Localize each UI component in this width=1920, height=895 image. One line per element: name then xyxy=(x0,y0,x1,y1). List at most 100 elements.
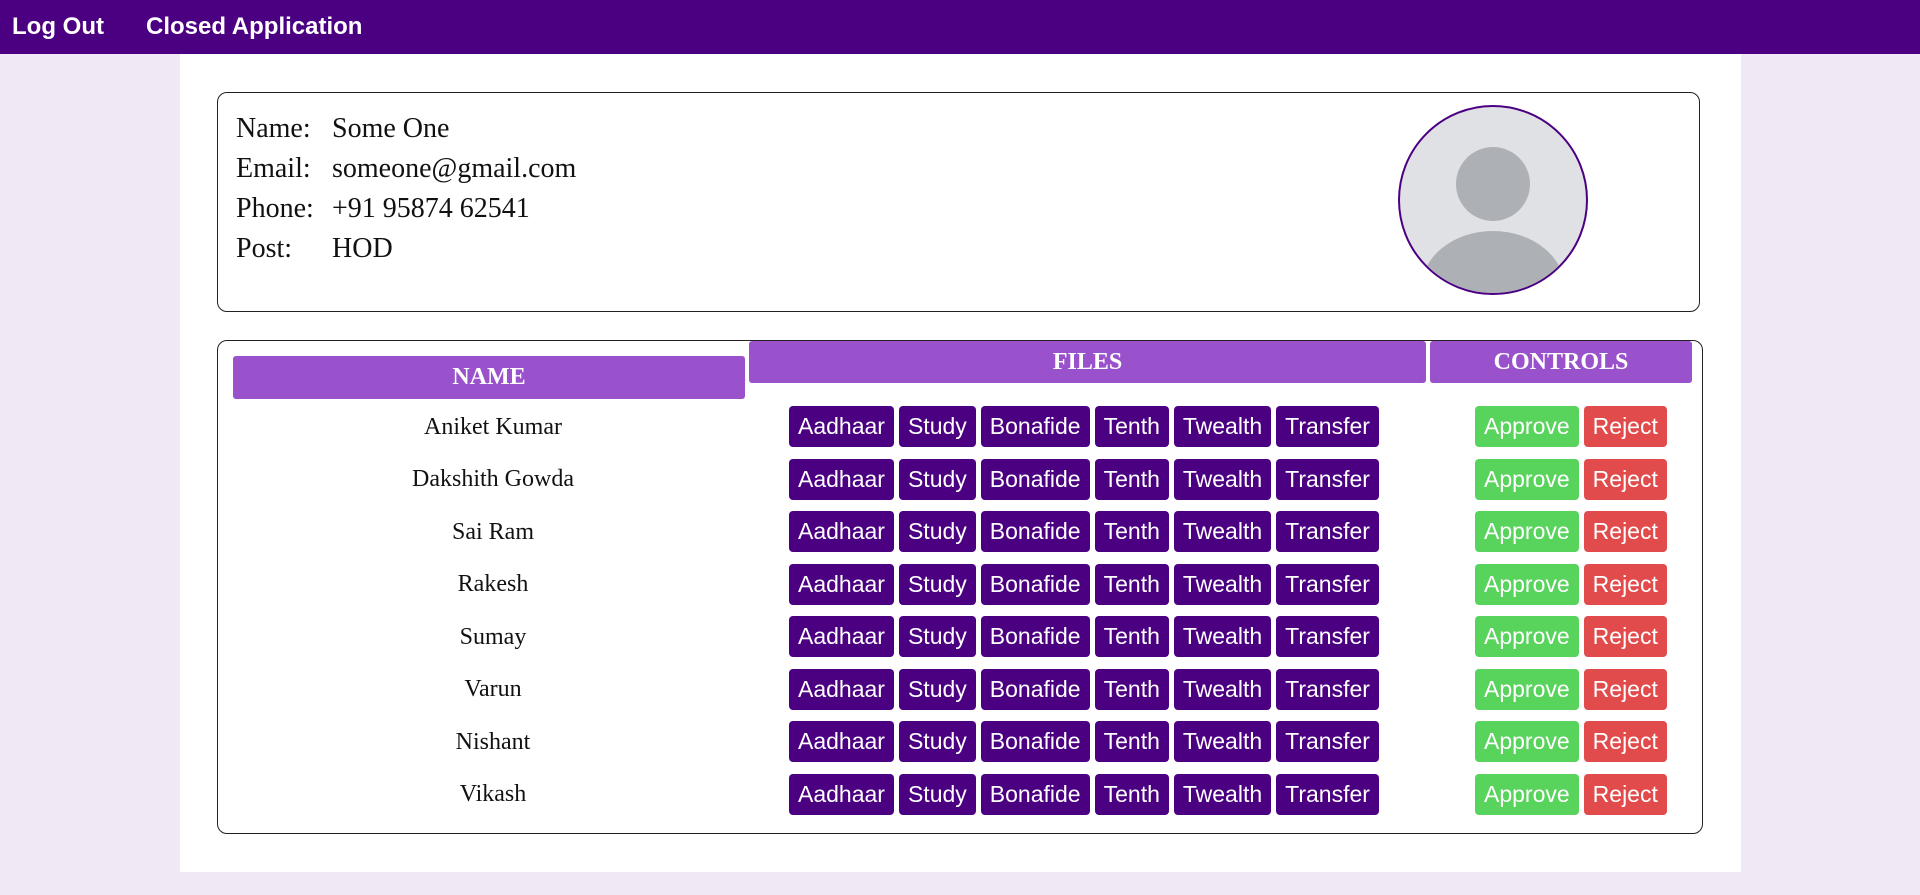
file-button-tenth[interactable]: Tenth xyxy=(1094,721,1169,762)
header-name: NAME xyxy=(233,356,745,399)
file-button-transfer[interactable]: Transfer xyxy=(1276,563,1379,605)
approve-button[interactable]: Approve xyxy=(1475,668,1579,710)
file-button-bonafide[interactable]: Bonafide xyxy=(980,616,1090,657)
control-buttons: Approve Reject xyxy=(1475,511,1667,553)
file-button-bonafide[interactable]: Bonafide xyxy=(980,668,1090,710)
file-button-twealth[interactable]: Twealth xyxy=(1173,458,1272,500)
file-button-twealth[interactable]: Twealth xyxy=(1173,511,1272,552)
file-button-bonafide[interactable]: Bonafide xyxy=(980,458,1090,500)
reject-button[interactable]: Reject xyxy=(1583,511,1667,552)
email-label: Email: xyxy=(236,153,311,184)
table-row: Nishant Aadhaar Study Bonafide Tenth Twealth T… xyxy=(233,721,1693,763)
approve-button[interactable]: Approve xyxy=(1475,773,1579,815)
file-button-bonafide[interactable]: Bonafide xyxy=(980,406,1090,447)
logout-link[interactable]: Log Out xyxy=(12,13,104,41)
file-button-twealth[interactable]: Twealth xyxy=(1173,721,1272,762)
file-button-transfer[interactable]: Transfer xyxy=(1276,616,1379,657)
control-buttons: Approve Reject xyxy=(1475,406,1667,448)
file-button-twealth[interactable]: Twealth xyxy=(1173,563,1272,605)
file-button-tenth[interactable]: Tenth xyxy=(1094,616,1169,657)
file-button-aadhaar[interactable]: Aadhaar xyxy=(789,773,894,815)
name-label: Name: xyxy=(236,113,311,144)
control-buttons: Approve Reject xyxy=(1475,563,1667,606)
file-button-study[interactable]: Study xyxy=(898,721,976,762)
control-buttons: Approve Reject xyxy=(1475,616,1667,658)
control-buttons: Approve Reject xyxy=(1475,721,1667,763)
table-row: Rakesh Aadhaar Study Bonafide Tenth Twealth Tr… xyxy=(233,563,1693,606)
table-row: Sai Ram Aadhaar Study Bonafide Tenth Twealth T… xyxy=(233,511,1693,553)
file-button-aadhaar[interactable]: Aadhaar xyxy=(789,721,894,762)
phone-label: Phone: xyxy=(236,193,314,224)
file-buttons: Aadhaar Study Bonafide Tenth Twealth Transfer xyxy=(789,458,1379,501)
file-button-twealth[interactable]: Twealth xyxy=(1173,773,1272,815)
file-button-aadhaar[interactable]: Aadhaar xyxy=(789,406,894,447)
top-navbar: Log Out Closed Application xyxy=(0,0,1920,54)
approve-button[interactable]: Approve xyxy=(1475,616,1579,657)
file-button-aadhaar[interactable]: Aadhaar xyxy=(789,563,894,605)
file-button-study[interactable]: Study xyxy=(898,668,976,710)
name-value: Some One xyxy=(332,113,450,144)
file-button-bonafide[interactable]: Bonafide xyxy=(980,721,1090,762)
file-button-aadhaar[interactable]: Aadhaar xyxy=(789,458,894,500)
file-button-twealth[interactable]: Twealth xyxy=(1173,668,1272,710)
file-button-transfer[interactable]: Transfer xyxy=(1276,668,1379,710)
file-button-tenth[interactable]: Tenth xyxy=(1094,511,1169,552)
reject-button[interactable]: Reject xyxy=(1583,563,1667,605)
file-button-bonafide[interactable]: Bonafide xyxy=(980,773,1090,815)
file-button-tenth[interactable]: Tenth xyxy=(1094,406,1169,447)
student-name: Rakesh xyxy=(457,571,529,597)
profile-card: Name: Some One Email: someone@gmail.com … xyxy=(217,92,1700,312)
closed-application-link[interactable]: Closed Application xyxy=(146,13,362,41)
file-button-study[interactable]: Study xyxy=(898,616,976,657)
reject-button[interactable]: Reject xyxy=(1583,721,1667,762)
control-buttons: Approve Reject xyxy=(1475,773,1667,816)
file-button-aadhaar[interactable]: Aadhaar xyxy=(789,668,894,710)
avatar-silhouette xyxy=(1421,147,1565,293)
file-button-transfer[interactable]: Transfer xyxy=(1276,406,1379,447)
applications-table: NAME FILES CONTROLS Aniket Kumar Aadhaar S… xyxy=(217,340,1703,834)
file-button-aadhaar[interactable]: Aadhaar xyxy=(789,616,894,657)
file-button-tenth[interactable]: Tenth xyxy=(1094,458,1169,500)
table-row: Aniket Kumar Aadhaar Study Bonafide Tenth Twe… xyxy=(233,406,1693,448)
reject-button[interactable]: Reject xyxy=(1583,458,1667,500)
student-name: Sai Ram xyxy=(452,518,534,545)
reject-button[interactable]: Reject xyxy=(1583,406,1667,447)
table-row: Varun Aadhaar Study Bonafide Tenth Twealth Tra… xyxy=(233,668,1693,711)
main-content: Name: Some One Email: someone@gmail.com … xyxy=(180,54,1741,872)
file-button-tenth[interactable]: Tenth xyxy=(1094,563,1169,605)
file-button-aadhaar[interactable]: Aadhaar xyxy=(789,511,894,552)
file-buttons: Aadhaar Study Bonafide Tenth Twealth Transfer xyxy=(789,406,1379,448)
approve-button[interactable]: Approve xyxy=(1475,406,1579,447)
file-button-bonafide[interactable]: Bonafide xyxy=(980,511,1090,552)
file-button-twealth[interactable]: Twealth xyxy=(1173,616,1272,657)
file-button-transfer[interactable]: Transfer xyxy=(1276,458,1379,500)
approve-button[interactable]: Approve xyxy=(1475,511,1579,552)
reject-button[interactable]: Reject xyxy=(1583,616,1667,657)
header-files: FILES xyxy=(749,341,1426,383)
phone-row: Phone: +91 95874 62541 xyxy=(236,189,576,229)
phone-value: +91 95874 62541 xyxy=(332,193,530,224)
file-button-study[interactable]: Study xyxy=(898,563,976,605)
file-button-transfer[interactable]: Transfer xyxy=(1276,773,1379,815)
post-row: Post: HOD xyxy=(236,229,576,269)
file-button-study[interactable]: Study xyxy=(898,773,976,815)
student-name: Vikash xyxy=(459,781,527,807)
file-button-study[interactable]: Study xyxy=(898,458,976,500)
user-avatar-icon xyxy=(1398,105,1588,295)
reject-button[interactable]: Reject xyxy=(1583,773,1667,815)
approve-button[interactable]: Approve xyxy=(1475,563,1579,605)
file-button-twealth[interactable]: Twealth xyxy=(1173,406,1272,447)
file-button-bonafide[interactable]: Bonafide xyxy=(980,563,1090,605)
file-button-tenth[interactable]: Tenth xyxy=(1094,773,1169,815)
student-name: Varun xyxy=(464,676,522,702)
approve-button[interactable]: Approve xyxy=(1475,458,1579,500)
file-button-transfer[interactable]: Transfer xyxy=(1276,721,1379,762)
file-button-study[interactable]: Study xyxy=(898,406,976,447)
file-button-study[interactable]: Study xyxy=(898,511,976,552)
approve-button[interactable]: Approve xyxy=(1475,721,1579,762)
file-button-tenth[interactable]: Tenth xyxy=(1094,668,1169,710)
reject-button[interactable]: Reject xyxy=(1583,668,1667,710)
file-buttons: Aadhaar Study Bonafide Tenth Twealth Transfer xyxy=(789,511,1379,553)
file-button-transfer[interactable]: Transfer xyxy=(1276,511,1379,552)
email-value: someone@gmail.com xyxy=(332,153,577,184)
